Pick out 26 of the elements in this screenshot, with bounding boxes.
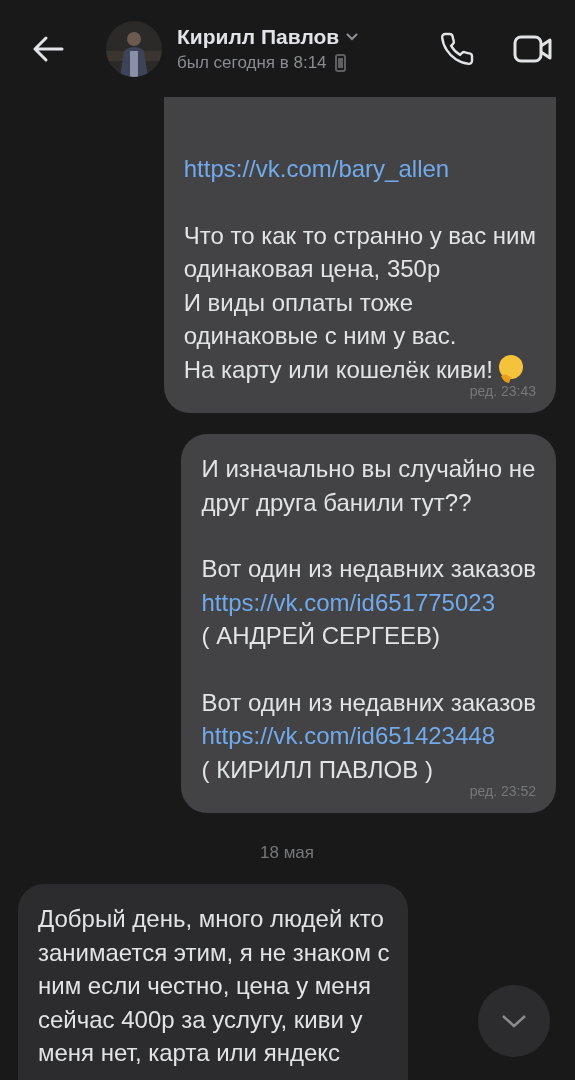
date-separator: 18 мая [260,843,314,863]
contact-name[interactable]: Кирилл Павлов [177,24,360,49]
message-text: И виды оплаты тоже [183,287,414,318]
message-text: занимается этим, я не знаком с [38,937,390,968]
message-text: одинаковая цена, 350р [183,254,442,284]
message-text: ( АНДРЕЙ СЕРГЕЕВ) [201,621,442,651]
message-text: ним если честно, цена у меня [38,971,372,1001]
message-text: Вот один из недавних заказов [201,687,536,718]
message-text: друг друга банили тут?? [201,487,473,518]
message-link[interactable]: https://vk.com/id651775023 [201,585,495,619]
message-text: Вот один из недавних заказов [201,554,536,584]
message-link[interactable]: https://vk.com/id651423448 [201,719,495,753]
message-text: И изначально вы случайно не [201,454,536,484]
message-text: На карту или кошелёк киви! [183,354,493,385]
message-text: Добрый день, много людей кто [38,904,385,934]
message-text: меня нет, карта или яндекс [38,1038,342,1068]
message-text: Что то как то странно у вас ним [183,220,536,251]
chevron-down-icon [345,32,360,41]
message-link[interactable]: https://vk.com/bary_allen [183,152,450,186]
last-seen-status: был сегодня в 8:14 [177,52,327,73]
message-text: сейчас 400р за услугу, киви у [38,1004,364,1035]
message-text: одинаковые с ним у вас. [183,321,458,351]
thinking-emoji-icon [496,354,525,385]
chevron-down-icon [500,1013,528,1029]
message-text: ( КИРИЛЛ ПАВЛОВ ) [201,754,434,785]
phone-device-icon [334,53,346,72]
